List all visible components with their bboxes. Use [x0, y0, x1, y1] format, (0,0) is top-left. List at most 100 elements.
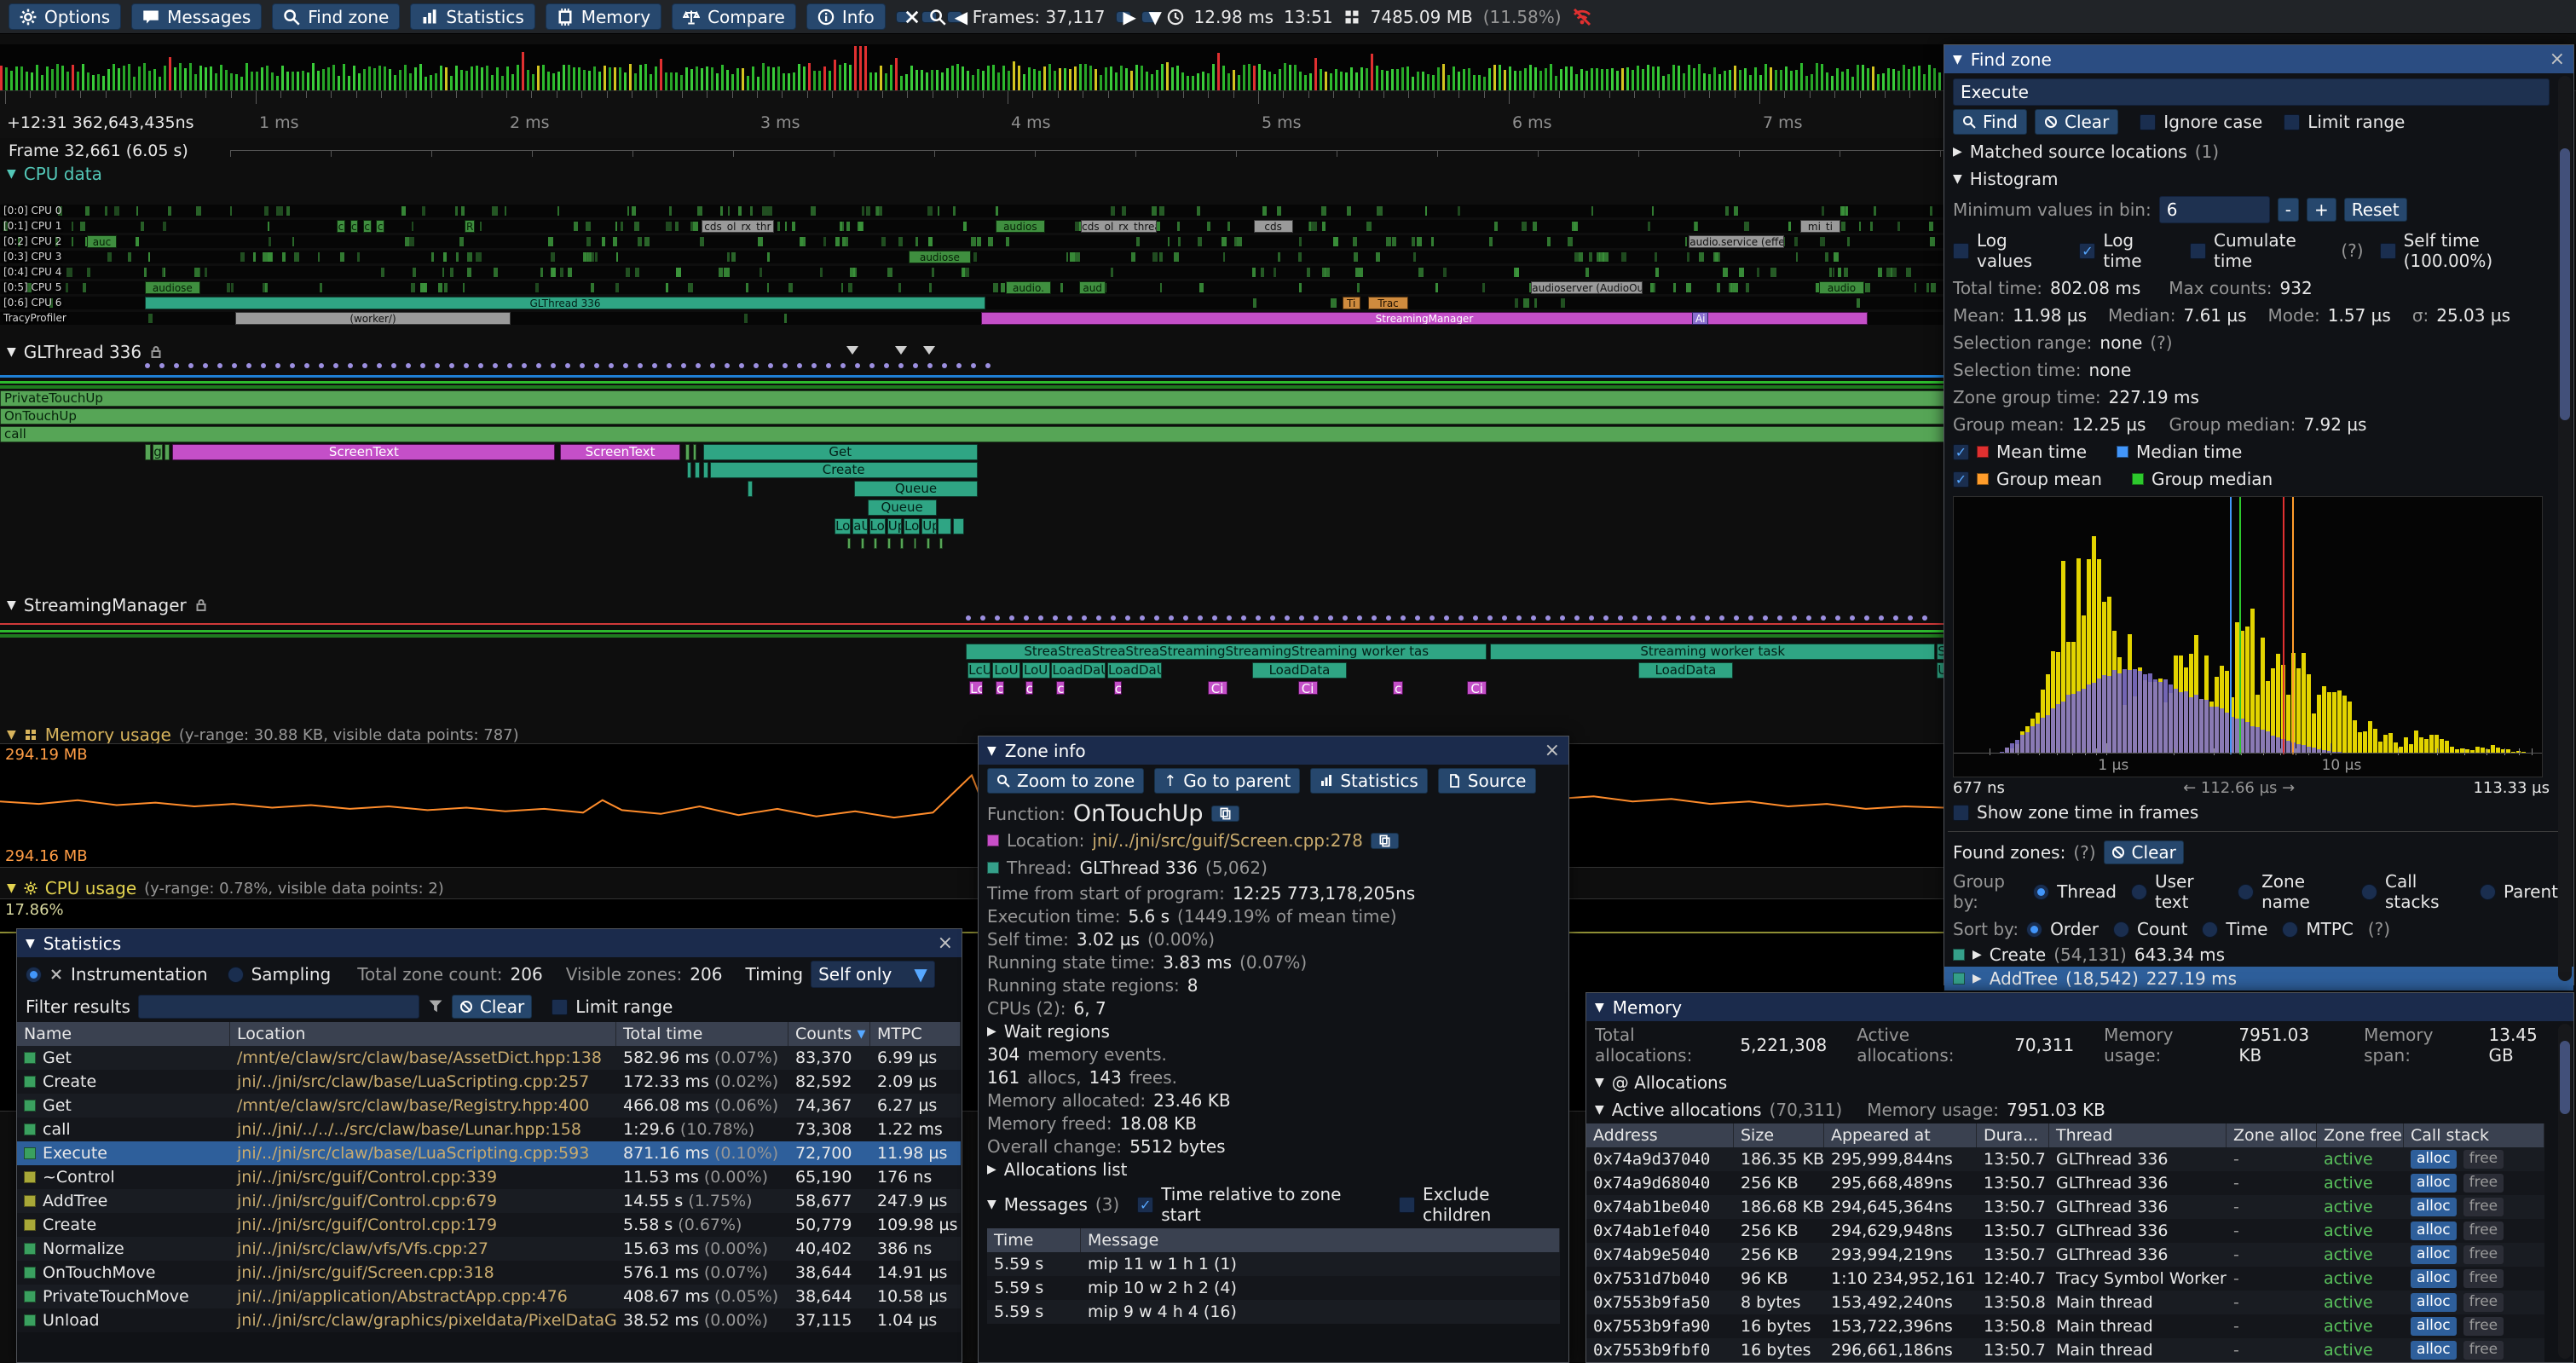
message-marker[interactable]: [580, 363, 585, 368]
location-value[interactable]: jni/../jni/src/guif/Screen.cpp:278: [1092, 830, 1363, 851]
message-marker[interactable]: [1473, 615, 1478, 621]
go-to-parent-button[interactable]: ↑Go to parent: [1154, 768, 1300, 794]
message-marker[interactable]: [565, 363, 570, 368]
column-header[interactable]: Counts▼: [788, 1022, 870, 1046]
cpu-zone[interactable]: audios: [996, 220, 1045, 233]
zone-bar[interactable]: Loi: [869, 518, 886, 534]
free-callstack-button[interactable]: free: [2463, 1245, 2504, 1264]
allocation-row[interactable]: 0x74a9d37040: [1586, 1147, 1734, 1171]
zone-bar[interactable]: Up: [921, 518, 936, 534]
zone-bar[interactable]: LoadData: [1638, 662, 1734, 679]
alloc-callstack-button[interactable]: alloc: [2411, 1150, 2457, 1169]
next-frame-button[interactable]: ▶: [1116, 11, 1131, 23]
cpu-zone[interactable]: audio: [1819, 281, 1865, 294]
zone-bar[interactable]: [939, 538, 943, 549]
memory-plot[interactable]: 294.19 MB 294.16 MB: [0, 743, 1944, 868]
message-marker[interactable]: [840, 363, 846, 368]
zone-bar[interactable]: Ci: [1298, 681, 1318, 695]
alloc-callstack-button[interactable]: alloc: [2411, 1341, 2457, 1360]
group-by-call-stacks[interactable]: [2361, 884, 2377, 900]
group-by-user-text[interactable]: [2131, 884, 2147, 900]
message-marker[interactable]: [609, 363, 614, 368]
collapse-arrow-icon[interactable]: ▶: [1953, 145, 1962, 159]
free-callstack-button[interactable]: free: [2463, 1293, 2504, 1312]
found-zone-group[interactable]: ▶AddTree(18,542)227.19 ms: [1944, 967, 2573, 990]
zone-bar[interactable]: Get: [703, 444, 978, 460]
message-marker[interactable]: [420, 363, 425, 368]
zone-bar[interactable]: ScreenText: [560, 444, 680, 460]
message-marker[interactable]: [1850, 615, 1855, 621]
message-marker[interactable]: [1024, 615, 1029, 621]
allocation-row[interactable]: 0x7531d7b040: [1586, 1267, 1734, 1291]
message-marker[interactable]: [1531, 615, 1536, 621]
message-marker[interactable]: [1502, 615, 1507, 621]
zone-bar[interactable]: c: [1025, 681, 1034, 695]
sort-by-order[interactable]: [2026, 921, 2042, 938]
message-marker[interactable]: [1908, 615, 1913, 621]
group-by-zone-name[interactable]: [2238, 884, 2254, 900]
zone-bar[interactable]: [874, 538, 877, 549]
stats-row[interactable]: ~Control: [17, 1165, 230, 1189]
message-marker[interactable]: [681, 363, 686, 368]
message-marker[interactable]: [1169, 615, 1174, 621]
message-marker[interactable]: [710, 363, 715, 368]
message-marker[interactable]: [1401, 615, 1406, 621]
log-values-checkbox[interactable]: [1953, 243, 1969, 259]
message-marker[interactable]: [493, 363, 498, 368]
cpu-zone[interactable]: cds: [1254, 220, 1293, 233]
message-marker[interactable]: [1038, 615, 1043, 621]
zone-bar[interactable]: LoU: [992, 662, 1020, 679]
info-button[interactable]: Info: [806, 3, 886, 30]
close-icon[interactable]: ×: [2550, 50, 2565, 69]
message-marker[interactable]: [145, 363, 150, 368]
cpu-zone[interactable]: c: [350, 220, 359, 233]
cpu-zone[interactable]: (worker/): [235, 312, 511, 325]
options-button[interactable]: Options: [9, 3, 121, 30]
message-marker[interactable]: [362, 363, 367, 368]
stats-row[interactable]: Execute: [17, 1141, 230, 1165]
cpu-track[interactable]: audiose[0:3] CPU 3: [0, 251, 1944, 263]
found-clear-button[interactable]: Clear: [2104, 840, 2184, 864]
zone-bar[interactable]: c: [1393, 681, 1403, 695]
message-marker[interactable]: [1574, 615, 1580, 621]
message-marker[interactable]: [884, 363, 889, 368]
message-marker[interactable]: [174, 363, 179, 368]
message-marker[interactable]: [1777, 615, 1782, 621]
message-marker[interactable]: [1806, 615, 1811, 621]
cpu-track[interactable]: [0:4] CPU 4: [0, 266, 1944, 279]
sort-by-count[interactable]: [2113, 921, 2129, 938]
message-marker[interactable]: [594, 363, 599, 368]
zone-bar[interactable]: [927, 538, 930, 549]
column-header[interactable]: Message: [1081, 1228, 1560, 1252]
copy-location-button[interactable]: [1371, 833, 1399, 849]
statistics-titlebar[interactable]: ▼ Statistics ×: [17, 929, 962, 957]
cpu-zone[interactable]: mi_ti: [1800, 220, 1840, 233]
message-marker[interactable]: [696, 363, 701, 368]
zone-bar[interactable]: Streaming worker task: [1490, 644, 1935, 660]
message-marker[interactable]: [1430, 615, 1435, 621]
message-marker[interactable]: [1241, 615, 1246, 621]
exclude-children-checkbox[interactable]: [1399, 1197, 1415, 1213]
cpu-zone[interactable]: auc: [87, 235, 117, 248]
message-marker[interactable]: [217, 363, 222, 368]
frame-dropdown-button[interactable]: ▼: [1141, 11, 1157, 23]
bin-minus-button[interactable]: -: [2278, 198, 2299, 222]
collapsed-zone-marker[interactable]: [895, 346, 907, 355]
found-zone-group[interactable]: ▶Create(54,131)643.34 ms: [1944, 943, 2573, 967]
cpu-zone[interactable]: StreamingManager: [981, 312, 1868, 325]
message-marker[interactable]: [855, 363, 860, 368]
cpu-track[interactable]: [0:0] CPU 0: [0, 205, 1944, 217]
zone-bar[interactable]: [687, 462, 692, 478]
message-marker[interactable]: [203, 363, 208, 368]
timing-combo[interactable]: Self only▼: [811, 961, 935, 988]
message-marker[interactable]: [1734, 615, 1739, 621]
legend-checkbox[interactable]: [1953, 471, 1969, 488]
message-marker[interactable]: [1719, 615, 1724, 621]
message-marker[interactable]: [995, 615, 1000, 621]
zone-statistics-button[interactable]: Statistics: [1310, 768, 1427, 794]
zone-bar[interactable]: OnTouchUp: [0, 408, 1955, 424]
message-marker[interactable]: [246, 363, 251, 368]
message-marker[interactable]: [942, 363, 947, 368]
zone-bar[interactable]: [748, 481, 753, 497]
message-marker[interactable]: [1763, 615, 1768, 621]
